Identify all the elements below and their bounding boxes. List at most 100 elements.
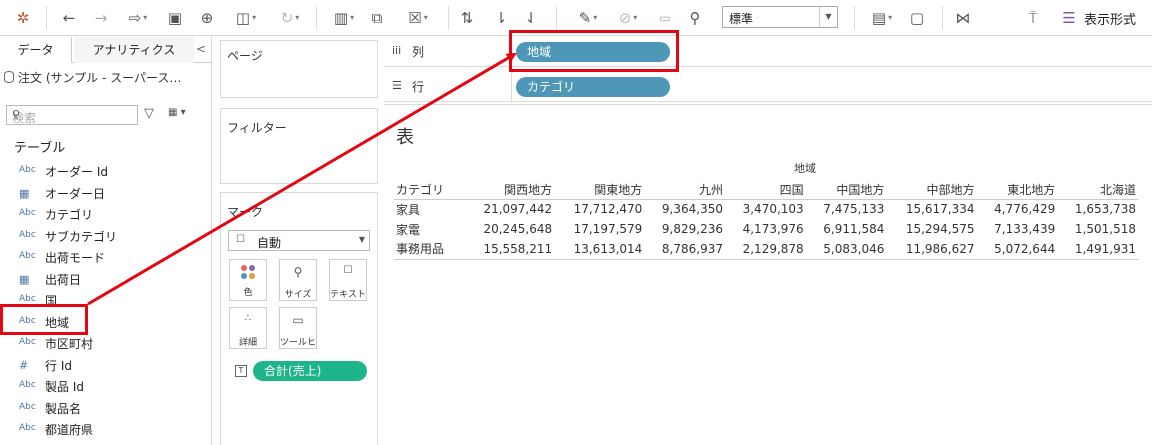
- mark-type-select[interactable]: ☐ 自動 ▼: [228, 230, 370, 251]
- table-cell[interactable]: 6,911,584: [806, 219, 887, 239]
- group-icon[interactable]: ⊘ ▾: [610, 7, 646, 29]
- table-cell[interactable]: 17,712,470: [554, 199, 644, 219]
- table-cell[interactable]: 1,491,931: [1057, 239, 1138, 260]
- column-header[interactable]: 北海道: [1057, 180, 1138, 200]
- new-datasource-icon[interactable]: ⊕: [196, 7, 218, 29]
- replay-icon[interactable]: ⇨ ▾: [118, 7, 158, 29]
- table-cell[interactable]: 7,475,133: [806, 199, 887, 219]
- pin-icon[interactable]: ⚲: [684, 7, 706, 29]
- tab-analytics[interactable]: アナリティクス: [74, 37, 194, 63]
- tab-data[interactable]: データ: [0, 37, 72, 63]
- table-cell[interactable]: 20,245,648: [464, 219, 554, 239]
- sheet-title[interactable]: 表: [396, 123, 414, 149]
- field-item[interactable]: Abc 製品名: [0, 398, 210, 419]
- field-item[interactable]: # 行 Id: [0, 355, 210, 376]
- highlight-icon[interactable]: ✎ ▾: [570, 7, 606, 29]
- field-item[interactable]: Abc 市区町村: [0, 333, 210, 354]
- field-name: 製品 Id: [45, 380, 84, 394]
- column-header[interactable]: 九州: [644, 180, 725, 200]
- table-cell[interactable]: 15,294,575: [886, 219, 976, 239]
- field-item[interactable]: Abc 出荷モード: [0, 247, 210, 268]
- table-cell[interactable]: 15,558,211: [464, 239, 555, 260]
- duplicate-sheet-icon[interactable]: ⧉: [366, 7, 388, 29]
- table-cell[interactable]: 1,501,518: [1057, 219, 1138, 239]
- column-header[interactable]: 東北地方: [976, 180, 1058, 200]
- column-header[interactable]: 四国: [725, 180, 806, 200]
- signpost-icon[interactable]: ⍑: [1022, 7, 1044, 29]
- row-pill-category[interactable]: カテゴリ: [516, 77, 670, 97]
- search-icon[interactable]: ⚲: [12, 108, 133, 121]
- size-label: サイズ: [284, 290, 312, 300]
- view-options-icon[interactable]: ▦ ▾: [168, 107, 186, 118]
- column-header[interactable]: 中国地方: [805, 180, 887, 200]
- row-header[interactable]: 家具: [394, 199, 464, 219]
- filter-icon[interactable]: ▽: [144, 106, 154, 121]
- tooltip-button[interactable]: ▭ ツールヒ…: [279, 307, 317, 349]
- row-field-header[interactable]: カテゴリ: [394, 180, 464, 200]
- table-cell[interactable]: 9,829,236: [644, 219, 725, 239]
- text-button[interactable]: ☐ テキスト: [329, 259, 367, 301]
- redo-icon[interactable]: →: [90, 7, 112, 29]
- row-header[interactable]: 事務用品: [394, 239, 464, 260]
- field-item[interactable]: Abc カテゴリ: [0, 204, 210, 225]
- columns-shelf[interactable]: iii 列 地域: [384, 37, 1152, 67]
- showme-label[interactable]: 表示形式: [1084, 9, 1136, 28]
- tableau-logo-icon[interactable]: ✲: [12, 7, 34, 29]
- field-item[interactable]: ▦ オーダー日: [0, 183, 210, 204]
- marks-label: マーク: [227, 205, 264, 219]
- number-type-icon: #: [19, 358, 29, 372]
- field-item[interactable]: Abc 製品 Id: [0, 376, 210, 397]
- showme-icon[interactable]: ☰: [1060, 7, 1078, 29]
- table-cell[interactable]: 3,470,103: [725, 199, 806, 219]
- table-cell[interactable]: 5,083,046: [805, 239, 887, 260]
- string-type-icon: Abc: [19, 208, 36, 218]
- table-cell[interactable]: 8,786,937: [644, 239, 725, 260]
- share-icon[interactable]: ⋈: [952, 7, 974, 29]
- fit-select[interactable]: 標準 ▼: [722, 6, 838, 28]
- table-cell[interactable]: 17,197,579: [554, 219, 644, 239]
- column-header[interactable]: 関東地方: [554, 180, 645, 200]
- new-sheet-icon[interactable]: ▥ ▾: [324, 7, 364, 29]
- table-cell[interactable]: 1,653,738: [1057, 199, 1138, 219]
- size-button[interactable]: ⚲ サイズ: [279, 259, 317, 301]
- field-item[interactable]: Abc サブカテゴリ: [0, 226, 210, 247]
- color-button[interactable]: 色: [229, 259, 267, 301]
- table-cell[interactable]: 5,072,644: [976, 239, 1058, 260]
- table-cell[interactable]: 4,173,976: [725, 219, 806, 239]
- field-item[interactable]: Abc オーダー Id: [0, 161, 210, 182]
- pages-shelf[interactable]: ページ: [220, 40, 378, 98]
- card-icon[interactable]: ▤ ▾: [862, 7, 902, 29]
- collapse-icon[interactable]: <: [196, 42, 206, 56]
- swap-icon[interactable]: ⇅: [456, 7, 478, 29]
- worksheet-view[interactable]: 表 地域 カテゴリ 関西地方 関東地方 九州 四国 中国地方 中部地方 東北地方 北海道家具 21…: [384, 104, 1152, 445]
- field-item[interactable]: Abc 都道府県: [0, 419, 210, 440]
- save-icon[interactable]: ▣: [164, 7, 186, 29]
- table-cell[interactable]: 21,097,442: [464, 199, 554, 219]
- clear-sheet-icon[interactable]: ☒ ▾: [398, 7, 438, 29]
- filters-shelf[interactable]: フィルター: [220, 108, 378, 184]
- refresh-icon[interactable]: ↻ ▾: [270, 7, 310, 29]
- table-cell[interactable]: 2,129,878: [725, 239, 806, 260]
- show-labels-icon[interactable]: ▭: [654, 7, 676, 29]
- presentation-icon[interactable]: ▢: [906, 7, 928, 29]
- table-cell[interactable]: 7,133,439: [977, 219, 1058, 239]
- column-header[interactable]: 関西地方: [464, 180, 555, 200]
- table-cell[interactable]: 13,613,014: [554, 239, 645, 260]
- table-cell[interactable]: 15,617,334: [886, 199, 976, 219]
- row-header[interactable]: 家電: [394, 219, 464, 239]
- table-cell[interactable]: 9,364,350: [644, 199, 725, 219]
- rows-shelf[interactable]: ☰ 行 カテゴリ: [384, 72, 1152, 102]
- sort-ascending-icon[interactable]: ⇂: [490, 7, 512, 29]
- datasource-icon[interactable]: ◫ ▾: [226, 7, 266, 29]
- datasource-name[interactable]: 注文 (サンプル - スーパース…: [18, 69, 181, 86]
- search-input[interactable]: 検索 ⚲: [6, 105, 138, 125]
- table-cell[interactable]: 11,986,627: [886, 239, 977, 260]
- field-item[interactable]: ▦ 出荷日: [0, 269, 210, 290]
- detail-button[interactable]: ∴ 詳細: [229, 307, 267, 349]
- sort-descending-icon[interactable]: ⇃: [520, 7, 542, 29]
- undo-icon[interactable]: ←: [58, 7, 80, 29]
- sum-sales-pill[interactable]: 合計(売上): [253, 361, 367, 381]
- column-field-header[interactable]: 地域: [794, 160, 816, 176]
- column-header[interactable]: 中部地方: [886, 180, 977, 200]
- table-cell[interactable]: 4,776,429: [977, 199, 1058, 219]
